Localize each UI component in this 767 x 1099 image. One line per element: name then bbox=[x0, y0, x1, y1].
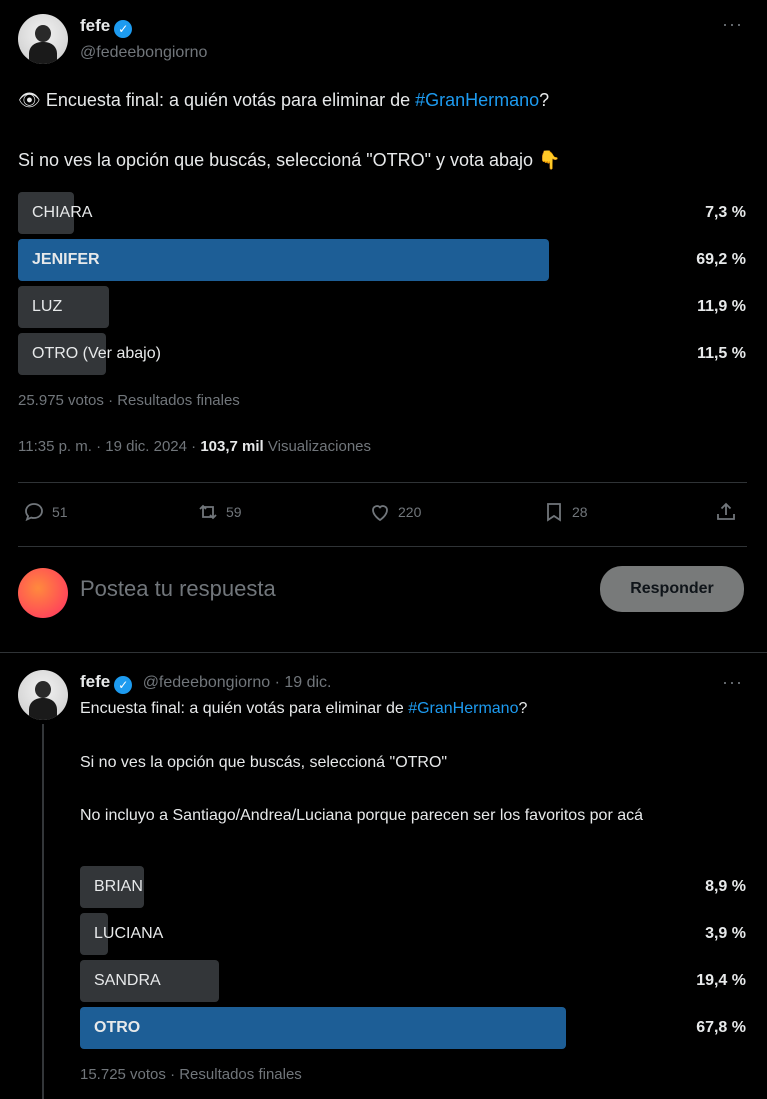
poll-option: LUCIANA 3,9 % bbox=[80, 913, 746, 955]
poll-option-percent: 67,8 % bbox=[696, 1019, 746, 1036]
retweet-count: 59 bbox=[226, 504, 242, 520]
author-name[interactable]: fefe bbox=[80, 16, 110, 35]
poll-option-label: JENIFER bbox=[32, 251, 100, 268]
views-label: Visualizaciones bbox=[267, 438, 372, 455]
bookmark-icon bbox=[547, 503, 561, 522]
author-handle-date[interactable]: @fedeebongiorno · 19 dic. bbox=[143, 674, 332, 691]
poll-option-percent: 3,9 % bbox=[705, 925, 746, 942]
poll-votes-status: 15.725 votos · Resultados finales bbox=[80, 1066, 302, 1083]
thread-connector-line bbox=[42, 724, 44, 1099]
tweet-text: Encuesta final: a quién votás para elimi… bbox=[45, 90, 416, 110]
reply-button[interactable]: Responder bbox=[600, 566, 744, 612]
poll-option: OTRO (Ver abajo) 11,5 % bbox=[18, 333, 746, 375]
poll-option-percent: 7,3 % bbox=[705, 204, 746, 221]
tweet-text-line-1: 👁 Encuesta final: a quién votás para eli… bbox=[18, 90, 550, 110]
reply-icon bbox=[25, 503, 43, 522]
poll-result-bar bbox=[80, 1007, 567, 1049]
poll-option: LUZ 11,9 % bbox=[18, 286, 746, 328]
author-name-row: fefe ✓ @fedeebongiorno · 19 dic. bbox=[80, 672, 332, 694]
poll-option: JENIFER 69,2 % bbox=[18, 239, 746, 281]
poll-option-percent: 19,4 % bbox=[696, 972, 746, 989]
author-avatar[interactable] bbox=[18, 670, 68, 720]
poll-option: SANDRA 19,4 % bbox=[80, 960, 746, 1002]
like-count: 220 bbox=[398, 504, 422, 520]
poll-option-percent: 11,9 % bbox=[697, 298, 746, 315]
author-avatar[interactable] bbox=[18, 14, 68, 64]
poll-option-label: SANDRA bbox=[94, 972, 161, 989]
poll-option-label: LUCIANA bbox=[94, 925, 164, 942]
hashtag-link[interactable]: #GranHermano bbox=[408, 700, 518, 717]
retweet-action[interactable]: 59 bbox=[196, 500, 242, 524]
poll-option-label: OTRO bbox=[94, 1019, 141, 1036]
tweet-text-line-2: Si no ves la opción que buscás, seleccio… bbox=[18, 150, 561, 170]
poll-option: BRIAN 8,9 % bbox=[80, 866, 746, 908]
share-icon bbox=[717, 502, 735, 520]
verified-badge-icon: ✓ bbox=[114, 20, 133, 38]
heart-icon bbox=[372, 505, 388, 522]
my-avatar[interactable] bbox=[18, 568, 68, 618]
tweet-text-line-1: Encuesta final: a quién votás para elimi… bbox=[80, 700, 528, 717]
poll-option-percent: 11,5 % bbox=[697, 345, 746, 362]
reply-input[interactable]: Postea tu respuesta bbox=[80, 576, 276, 602]
tweet-text-line-3: No incluyo a Santiago/Andrea/Luciana por… bbox=[80, 807, 644, 824]
divider bbox=[0, 652, 767, 653]
poll-option: OTRO 67,8 % bbox=[80, 1007, 746, 1049]
author-name-row: fefe ✓ bbox=[80, 16, 133, 38]
like-action[interactable]: 220 bbox=[368, 500, 421, 524]
bookmark-count: 28 bbox=[572, 504, 588, 520]
poll-option-percent: 69,2 % bbox=[696, 251, 746, 268]
poll-option-label: OTRO (Ver abajo) bbox=[32, 345, 161, 362]
bookmark-action[interactable]: 28 bbox=[542, 500, 588, 524]
author-name[interactable]: fefe bbox=[80, 672, 110, 691]
poll-option-label: LUZ bbox=[32, 298, 63, 315]
poll-option-label: CHIARA bbox=[32, 204, 93, 221]
retweet-icon bbox=[199, 504, 217, 520]
poll-option-percent: 8,9 % bbox=[705, 878, 746, 895]
tweet-text-line-2: Si no ves la opción que buscás, seleccio… bbox=[80, 754, 448, 771]
eye-emoji: 👁 bbox=[18, 90, 41, 110]
poll-option-label: BRIAN bbox=[94, 878, 143, 895]
verified-badge-icon: ✓ bbox=[114, 676, 133, 694]
reply-action[interactable]: 51 bbox=[22, 500, 68, 524]
author-handle[interactable]: @fedeebongiorno bbox=[80, 44, 207, 62]
tweet-timestamp[interactable]: 11:35 p. m. · 19 dic. 2024 · 103,7 mil V… bbox=[18, 438, 371, 455]
poll-votes-status: 25.975 votos · Resultados finales bbox=[18, 392, 240, 409]
divider bbox=[18, 482, 747, 483]
hashtag-link[interactable]: #GranHermano bbox=[415, 90, 539, 110]
poll-option: CHIARA 7,3 % bbox=[18, 192, 746, 234]
reply-count: 51 bbox=[52, 504, 68, 520]
more-options-icon[interactable]: ··· bbox=[722, 14, 743, 35]
share-action[interactable] bbox=[714, 500, 738, 524]
divider bbox=[18, 546, 747, 547]
pointing-down-emoji: 👇 bbox=[538, 150, 561, 170]
more-options-icon[interactable]: ··· bbox=[722, 672, 743, 693]
views-count: 103,7 mil bbox=[200, 438, 264, 455]
